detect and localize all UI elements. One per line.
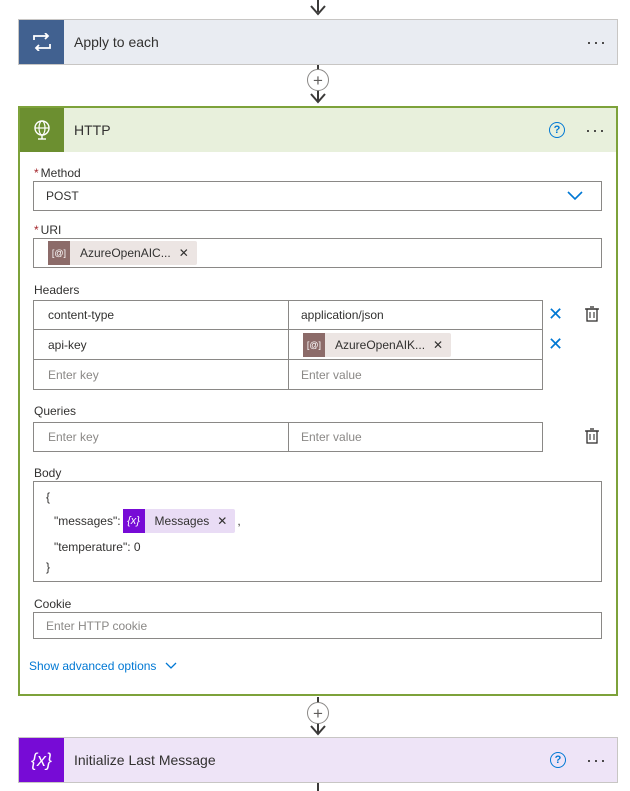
- show-advanced-options-link[interactable]: Show advanced options: [29, 659, 177, 673]
- method-value: POST: [46, 189, 79, 203]
- insert-step-button[interactable]: +: [307, 69, 329, 91]
- header-value-input[interactable]: Enter value: [288, 359, 543, 390]
- uri-label: * URI: [34, 223, 62, 237]
- body-label: Body: [34, 466, 62, 480]
- initialize-last-message-card[interactable]: {x} Initialize Last Message ? ···: [18, 737, 618, 783]
- body-line: "messages": {x} Messages ✕ ,: [46, 506, 601, 536]
- arrow-down-icon: [310, 93, 326, 104]
- parameter-icon: [@]: [48, 241, 70, 265]
- globe-icon: [20, 108, 64, 152]
- apply-more-options-button[interactable]: ···: [586, 32, 607, 53]
- query-value-input[interactable]: Enter value: [288, 422, 543, 452]
- delete-icon[interactable]: [584, 427, 600, 445]
- loop-icon: [19, 20, 64, 64]
- variable-icon: {x}: [122, 509, 145, 533]
- http-card-header[interactable]: HTTP ? ···: [20, 108, 616, 152]
- body-line: {: [46, 490, 51, 504]
- headers-label: Headers: [34, 283, 80, 297]
- query-key-input[interactable]: Enter key: [33, 422, 289, 452]
- cookie-input[interactable]: Enter HTTP cookie: [33, 612, 602, 639]
- remove-header-icon[interactable]: ✕: [548, 305, 563, 323]
- header-key-input[interactable]: content-type: [33, 300, 289, 330]
- bottom-connector: [317, 783, 319, 791]
- delete-icon[interactable]: [584, 305, 600, 323]
- arrow-down-icon: [310, 5, 326, 16]
- apply-to-each-title: Apply to each: [74, 34, 159, 50]
- http-action-card: HTTP ? ··· * Method POST * URI [@] AzureOp…: [18, 106, 618, 696]
- help-icon[interactable]: ?: [549, 122, 566, 138]
- body-editor[interactable]: { "messages": {x} Messages ✕ , "temperat…: [33, 481, 602, 582]
- cookie-label: Cookie: [34, 597, 72, 611]
- remove-token-icon[interactable]: ✕: [179, 246, 197, 260]
- header-key-input[interactable]: api-key: [33, 329, 289, 360]
- method-dropdown[interactable]: POST: [33, 181, 602, 211]
- body-line: "temperature": 0: [54, 540, 141, 554]
- http-more-options-button[interactable]: ···: [585, 120, 606, 141]
- method-label: * Method: [34, 166, 81, 180]
- initialize-last-message-title: Initialize Last Message: [74, 752, 216, 768]
- remove-token-icon[interactable]: ✕: [433, 338, 451, 352]
- header-key-input[interactable]: Enter key: [33, 359, 289, 390]
- variable-icon: {x}: [19, 738, 64, 782]
- init-more-options-button[interactable]: ···: [586, 750, 607, 771]
- api-key-dynamic-token[interactable]: [@] AzureOpenAIK... ✕: [303, 332, 452, 357]
- remove-token-icon[interactable]: ✕: [217, 514, 235, 528]
- arrow-down-icon: [310, 725, 326, 736]
- help-icon[interactable]: ?: [550, 752, 567, 768]
- uri-input[interactable]: [@] AzureOpenAIC... ✕: [33, 238, 602, 268]
- chevron-down-icon: [567, 191, 583, 201]
- uri-dynamic-token[interactable]: [@] AzureOpenAIC... ✕: [48, 241, 197, 265]
- header-value-input[interactable]: application/json: [288, 300, 543, 330]
- insert-step-button[interactable]: +: [307, 702, 329, 724]
- http-card-title: HTTP: [74, 122, 111, 138]
- queries-label: Queries: [34, 404, 77, 418]
- body-line: }: [46, 560, 51, 574]
- messages-dynamic-token[interactable]: {x} Messages ✕: [122, 509, 236, 533]
- chevron-down-icon: [165, 662, 177, 669]
- remove-header-icon[interactable]: ✕: [548, 335, 563, 353]
- header-value-input[interactable]: [@] AzureOpenAIK... ✕: [288, 329, 543, 360]
- apply-to-each-card[interactable]: Apply to each ···: [18, 19, 618, 65]
- parameter-icon: [@]: [303, 332, 325, 357]
